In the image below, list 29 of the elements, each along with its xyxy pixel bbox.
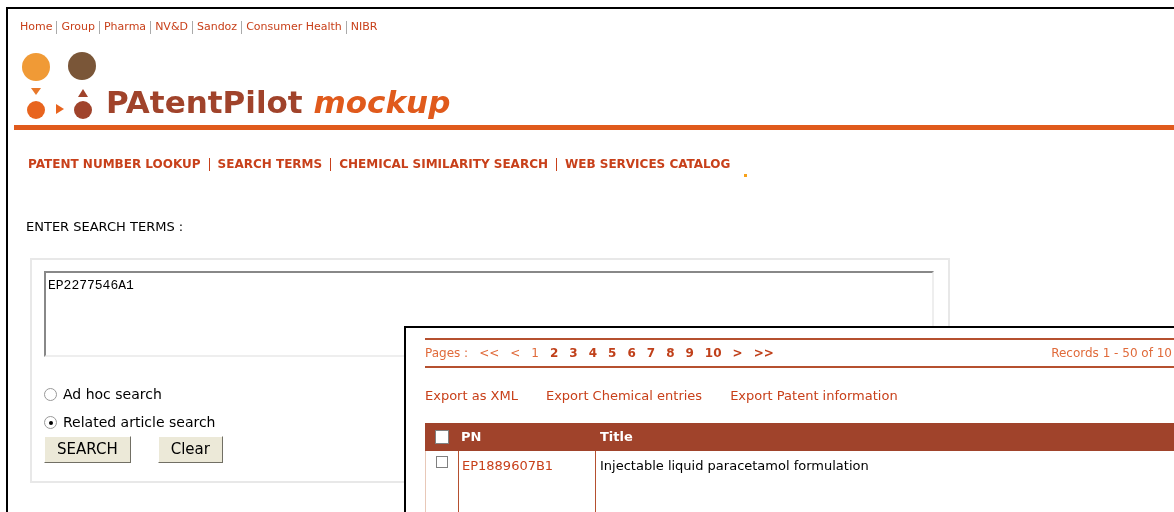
table-cell: Injectable liquid paracetamol formulation [600, 457, 869, 473]
main-nav-link[interactable]: CHEMICAL SIMILARITY SEARCH [339, 155, 548, 173]
radio-label: Related article search [63, 413, 216, 432]
top-nav-link[interactable]: Consumer Health [246, 19, 342, 36]
column-header: PN [460, 427, 483, 446]
column-header: Title [599, 427, 633, 446]
form-button[interactable]: Clear [157, 436, 223, 463]
logo-title: PAtentPilot mockup [106, 86, 451, 118]
form-button[interactable]: SEARCH [44, 436, 131, 463]
main-nav-link[interactable]: PATENT NUMBER LOOKUP [28, 155, 201, 173]
radio-button[interactable] [44, 416, 57, 429]
search-heading: ENTER SEARCH TERMS : [25, 217, 185, 236]
radio-label: Ad hoc search [63, 385, 162, 404]
top-nav-link[interactable]: NV&D [155, 19, 188, 36]
patent-number-link[interactable]: EP1889607B1 [462, 457, 554, 473]
top-nav-link[interactable]: Sandoz [196, 19, 238, 36]
top-nav-link[interactable]: NIBR [350, 19, 378, 36]
export-link[interactable]: Export Chemical entries [545, 386, 703, 406]
main-nav-link[interactable]: SEARCH TERMS [217, 155, 323, 173]
select-all-checkbox[interactable] [434, 429, 449, 444]
top-nav-link[interactable]: Group [61, 19, 95, 36]
radio-button[interactable] [44, 388, 57, 401]
main-nav-link[interactable]: WEB SERVICES CATALOG [565, 155, 731, 173]
top-nav-link[interactable]: Home [20, 19, 53, 36]
export-link[interactable]: Export Patent information [730, 386, 898, 406]
records-count: Records 1 - 50 of 10 [1051, 345, 1172, 362]
export-link[interactable]: Export as XML [425, 386, 518, 406]
top-nav-link[interactable]: Pharma [104, 19, 147, 36]
row-checkbox[interactable] [436, 455, 448, 468]
